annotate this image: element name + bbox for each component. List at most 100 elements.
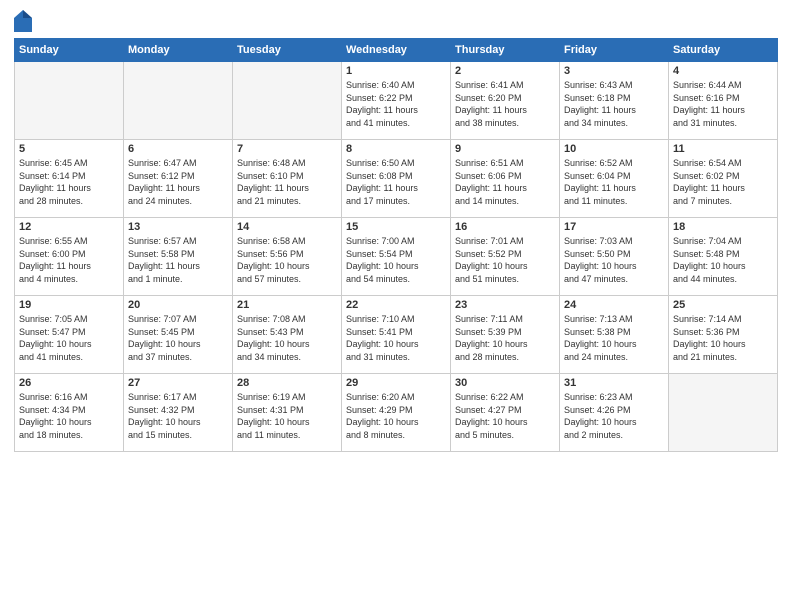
col-header-monday: Monday <box>124 39 233 62</box>
day-cell: 3Sunrise: 6:43 AM Sunset: 6:18 PM Daylig… <box>560 62 669 140</box>
day-cell: 23 Sunrise: 7:11 AM Sunset: 5:39 PM Dayli… <box>451 296 560 374</box>
day-cell: 30 Sunrise: 6:22 AM Sunset: 4:27 PM Dayli… <box>451 374 560 452</box>
day-cell: 14 Sunrise: 6:58 AM Sunset: 5:56 PM Dayli… <box>233 218 342 296</box>
day-number: 8 <box>346 143 446 155</box>
day-number: 15 <box>346 221 446 233</box>
day-cell <box>669 374 778 452</box>
day-number: 9 <box>455 143 555 155</box>
day-cell: 11Sunrise: 6:54 AM Sunset: 6:02 PM Dayli… <box>669 140 778 218</box>
day-cell: 22 Sunrise: 7:10 AM Sunset: 5:41 PM Dayli… <box>342 296 451 374</box>
day-cell: 8 Sunrise: 6:50 AM Sunset: 6:08 PM Daylig… <box>342 140 451 218</box>
day-info: Sunrise: 6:52 AM Sunset: 6:04 PM Dayligh… <box>564 157 664 207</box>
day-number: 26 <box>19 377 119 389</box>
day-number: 30 <box>455 377 555 389</box>
day-cell: 9 Sunrise: 6:51 AM Sunset: 6:06 PM Daylig… <box>451 140 560 218</box>
day-info: Sunrise: 6:23 AM Sunset: 4:26 PM Dayligh… <box>564 391 664 441</box>
day-info: Sunrise: 7:01 AM Sunset: 5:52 PM Dayligh… <box>455 235 555 285</box>
day-number: 16 <box>455 221 555 233</box>
day-cell: 13 Sunrise: 6:57 AM Sunset: 5:58 PM Dayli… <box>124 218 233 296</box>
day-info: Sunrise: 7:00 AM Sunset: 5:54 PM Dayligh… <box>346 235 446 285</box>
day-info: Sunrise: 6:50 AM Sunset: 6:08 PM Dayligh… <box>346 157 446 207</box>
day-cell: 25 Sunrise: 7:14 AM Sunset: 5:36 PM Dayli… <box>669 296 778 374</box>
col-header-wednesday: Wednesday <box>342 39 451 62</box>
day-info: Sunrise: 6:51 AM Sunset: 6:06 PM Dayligh… <box>455 157 555 207</box>
day-cell: 20 Sunrise: 7:07 AM Sunset: 5:45 PM Dayli… <box>124 296 233 374</box>
day-info: Sunrise: 7:04 AM Sunset: 5:48 PM Dayligh… <box>673 235 773 285</box>
day-number: 24 <box>564 299 664 311</box>
day-cell: 6 Sunrise: 6:47 AM Sunset: 6:12 PM Daylig… <box>124 140 233 218</box>
day-cell: 24 Sunrise: 7:13 AM Sunset: 5:38 PM Dayli… <box>560 296 669 374</box>
day-number: 31 <box>564 377 664 389</box>
day-cell <box>233 62 342 140</box>
col-header-tuesday: Tuesday <box>233 39 342 62</box>
logo <box>14 10 36 32</box>
col-header-sunday: Sunday <box>15 39 124 62</box>
day-number: 4 <box>673 65 773 77</box>
day-info: Sunrise: 6:16 AM Sunset: 4:34 PM Dayligh… <box>19 391 119 441</box>
col-header-thursday: Thursday <box>451 39 560 62</box>
day-info: Sunrise: 7:10 AM Sunset: 5:41 PM Dayligh… <box>346 313 446 363</box>
day-info: Sunrise: 6:44 AM Sunset: 6:16 PM Dayligh… <box>673 79 773 129</box>
logo-icon <box>14 10 32 32</box>
day-number: 1 <box>346 65 446 77</box>
day-info: Sunrise: 6:57 AM Sunset: 5:58 PM Dayligh… <box>128 235 228 285</box>
day-info: Sunrise: 6:22 AM Sunset: 4:27 PM Dayligh… <box>455 391 555 441</box>
day-info: Sunrise: 7:07 AM Sunset: 5:45 PM Dayligh… <box>128 313 228 363</box>
day-cell: 2 Sunrise: 6:41 AM Sunset: 6:20 PM Daylig… <box>451 62 560 140</box>
day-cell: 31 Sunrise: 6:23 AM Sunset: 4:26 PM Dayli… <box>560 374 669 452</box>
week-row-5: 26 Sunrise: 6:16 AM Sunset: 4:34 PM Dayli… <box>15 374 778 452</box>
day-cell <box>124 62 233 140</box>
day-cell: 21 Sunrise: 7:08 AM Sunset: 5:43 PM Dayli… <box>233 296 342 374</box>
day-cell: 7Sunrise: 6:48 AM Sunset: 6:10 PM Daylig… <box>233 140 342 218</box>
day-info: Sunrise: 6:20 AM Sunset: 4:29 PM Dayligh… <box>346 391 446 441</box>
header-row <box>14 10 778 32</box>
day-number: 21 <box>237 299 337 311</box>
day-info: Sunrise: 7:14 AM Sunset: 5:36 PM Dayligh… <box>673 313 773 363</box>
day-number: 25 <box>673 299 773 311</box>
day-cell: 12 Sunrise: 6:55 AM Sunset: 6:00 PM Dayli… <box>15 218 124 296</box>
day-cell: 18 Sunrise: 7:04 AM Sunset: 5:48 PM Dayli… <box>669 218 778 296</box>
day-number: 19 <box>19 299 119 311</box>
day-number: 28 <box>237 377 337 389</box>
day-cell: 15 Sunrise: 7:00 AM Sunset: 5:54 PM Dayli… <box>342 218 451 296</box>
day-number: 23 <box>455 299 555 311</box>
day-number: 10 <box>564 143 664 155</box>
day-info: Sunrise: 6:43 AM Sunset: 6:18 PM Dayligh… <box>564 79 664 129</box>
day-cell: 29Sunrise: 6:20 AM Sunset: 4:29 PM Dayli… <box>342 374 451 452</box>
day-info: Sunrise: 7:08 AM Sunset: 5:43 PM Dayligh… <box>237 313 337 363</box>
week-row-4: 19Sunrise: 7:05 AM Sunset: 5:47 PM Dayli… <box>15 296 778 374</box>
day-info: Sunrise: 7:03 AM Sunset: 5:50 PM Dayligh… <box>564 235 664 285</box>
day-info: Sunrise: 6:58 AM Sunset: 5:56 PM Dayligh… <box>237 235 337 285</box>
day-info: Sunrise: 6:40 AM Sunset: 6:22 PM Dayligh… <box>346 79 446 129</box>
col-header-saturday: Saturday <box>669 39 778 62</box>
day-number: 12 <box>19 221 119 233</box>
day-info: Sunrise: 6:55 AM Sunset: 6:00 PM Dayligh… <box>19 235 119 285</box>
week-row-1: 1 Sunrise: 6:40 AM Sunset: 6:22 PM Daylig… <box>15 62 778 140</box>
day-info: Sunrise: 6:19 AM Sunset: 4:31 PM Dayligh… <box>237 391 337 441</box>
day-number: 7 <box>237 143 337 155</box>
day-number: 13 <box>128 221 228 233</box>
day-info: Sunrise: 7:11 AM Sunset: 5:39 PM Dayligh… <box>455 313 555 363</box>
day-number: 14 <box>237 221 337 233</box>
day-number: 11 <box>673 143 773 155</box>
day-info: Sunrise: 7:13 AM Sunset: 5:38 PM Dayligh… <box>564 313 664 363</box>
day-cell: 26 Sunrise: 6:16 AM Sunset: 4:34 PM Dayli… <box>15 374 124 452</box>
day-info: Sunrise: 6:17 AM Sunset: 4:32 PM Dayligh… <box>128 391 228 441</box>
day-cell: 10 Sunrise: 6:52 AM Sunset: 6:04 PM Dayli… <box>560 140 669 218</box>
week-row-3: 12 Sunrise: 6:55 AM Sunset: 6:00 PM Dayli… <box>15 218 778 296</box>
day-info: Sunrise: 6:45 AM Sunset: 6:14 PM Dayligh… <box>19 157 119 207</box>
day-number: 2 <box>455 65 555 77</box>
day-number: 27 <box>128 377 228 389</box>
day-number: 5 <box>19 143 119 155</box>
day-number: 18 <box>673 221 773 233</box>
main-container: SundayMondayTuesdayWednesdayThursdayFrid… <box>0 0 792 458</box>
day-cell <box>15 62 124 140</box>
day-cell: 4 Sunrise: 6:44 AM Sunset: 6:16 PM Daylig… <box>669 62 778 140</box>
day-cell: 27 Sunrise: 6:17 AM Sunset: 4:32 PM Dayli… <box>124 374 233 452</box>
calendar-header-row: SundayMondayTuesdayWednesdayThursdayFrid… <box>15 39 778 62</box>
day-number: 20 <box>128 299 228 311</box>
day-info: Sunrise: 6:47 AM Sunset: 6:12 PM Dayligh… <box>128 157 228 207</box>
day-number: 22 <box>346 299 446 311</box>
day-number: 6 <box>128 143 228 155</box>
day-info: Sunrise: 6:41 AM Sunset: 6:20 PM Dayligh… <box>455 79 555 129</box>
